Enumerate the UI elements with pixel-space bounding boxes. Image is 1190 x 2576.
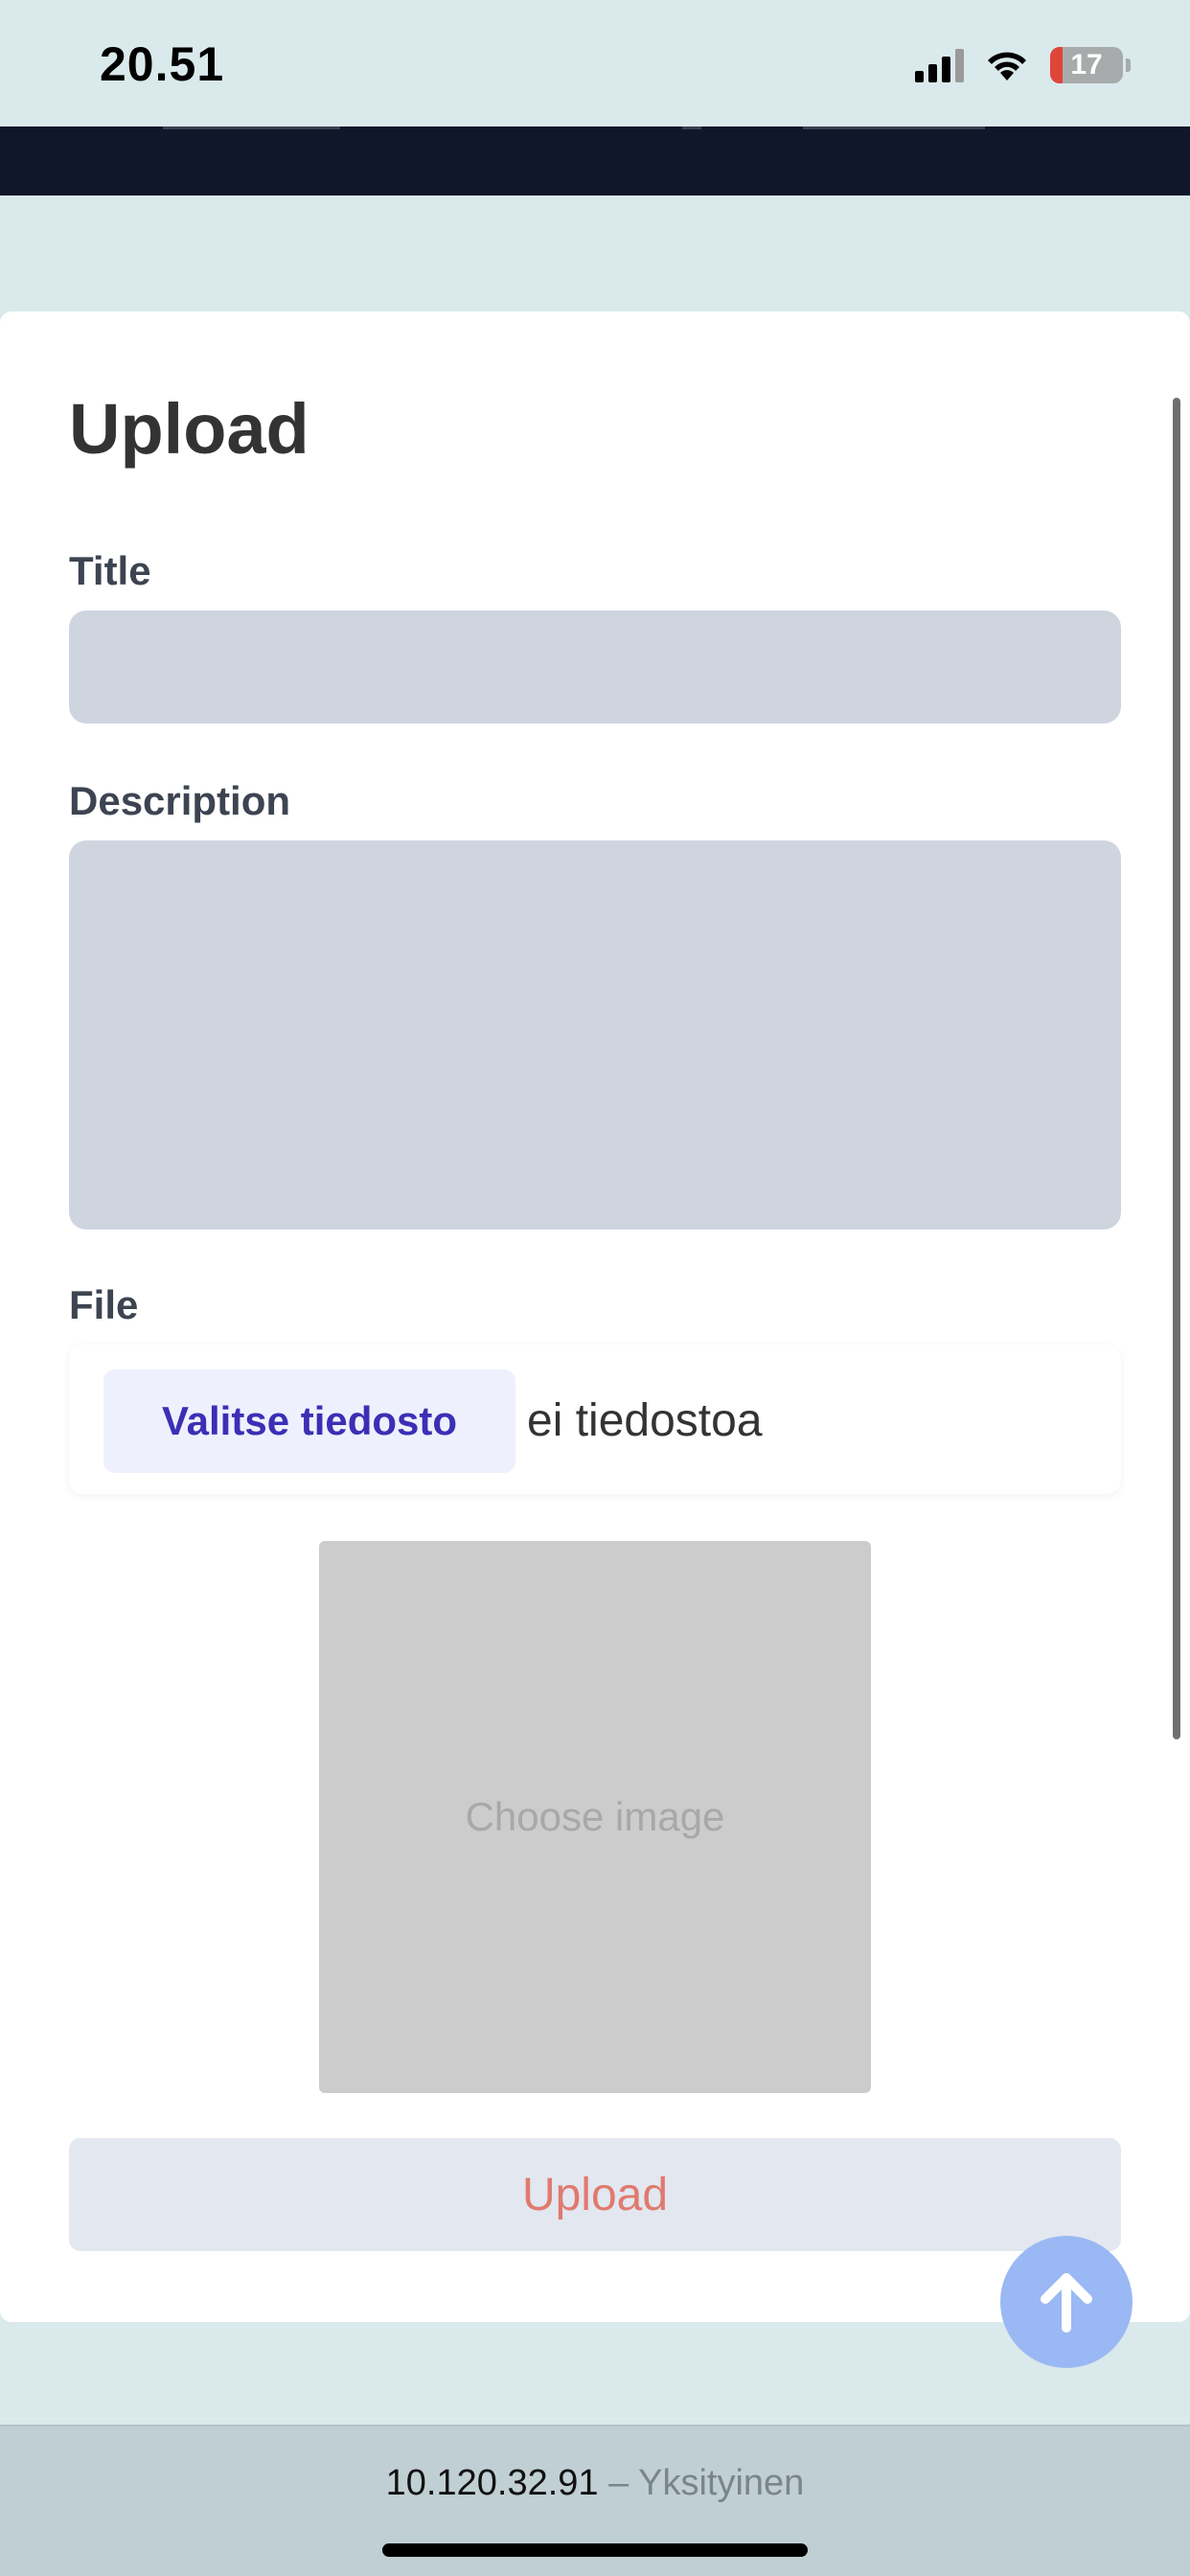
page-title: Upload — [69, 389, 309, 469]
navbar-item-edge — [682, 126, 701, 129]
upload-button[interactable]: Upload — [69, 2138, 1121, 2251]
file-status: ei tiedostoa — [527, 1395, 763, 1446]
arrow-up-icon — [1041, 2273, 1092, 2333]
scroll-to-top-button[interactable] — [1000, 2236, 1133, 2368]
upload-card: Upload Title Description File Valitse ti… — [0, 311, 1190, 2322]
url-host: 10.120.32.91 — [385, 2463, 599, 2503]
navbar — [0, 126, 1190, 196]
image-placeholder-text: Choose image — [465, 1794, 725, 1839]
battery-level: 17 — [1070, 49, 1103, 80]
navbar-item-edge — [803, 126, 985, 129]
image-preview[interactable]: Choose image — [319, 1541, 871, 2093]
status-icons: 17 — [915, 44, 1131, 86]
browser-url-bar[interactable]: 10.120.32.91 – Yksityinen — [0, 2425, 1190, 2576]
status-time: 20.51 — [100, 37, 225, 91]
home-indicator[interactable] — [382, 2543, 808, 2557]
battery-tip — [1126, 58, 1131, 72]
signal-icon — [915, 48, 964, 82]
file-input[interactable]: Valitse tiedosto ei tiedostoa — [69, 1345, 1121, 1494]
file-label: File — [69, 1282, 139, 1327]
title-input[interactable] — [69, 610, 1121, 724]
description-label: Description — [69, 778, 291, 823]
private-mode-label: Yksityinen — [638, 2463, 805, 2503]
url-text[interactable]: 10.120.32.91 – Yksityinen — [0, 2463, 1190, 2504]
description-textarea[interactable] — [69, 840, 1121, 1230]
url-separator: – — [608, 2463, 629, 2503]
choose-file-button[interactable]: Valitse tiedosto — [103, 1369, 515, 1473]
navbar-item-edge — [163, 126, 340, 129]
title-label: Title — [69, 548, 151, 593]
status-bar: 20.51 17 — [0, 0, 1190, 126]
battery-icon: 17 — [1050, 47, 1123, 83]
wifi-icon — [988, 52, 1026, 80]
scrollbar[interactable] — [1173, 398, 1180, 1739]
